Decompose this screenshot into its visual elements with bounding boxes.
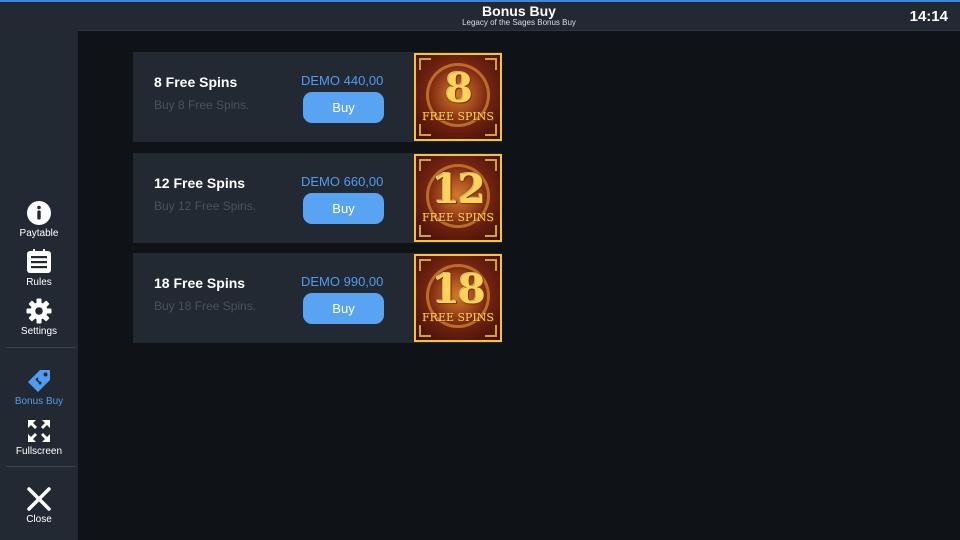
offer-description: Buy 18 Free Spins. [154, 299, 257, 313]
offer-title: 12 Free Spins [154, 175, 246, 191]
buy-button[interactable]: Buy [303, 293, 384, 324]
offer-title: 8 Free Spins [154, 74, 238, 90]
free-spins-badge-image[interactable]: 12 FREE SPINS [414, 154, 502, 242]
sidebar-divider [6, 466, 76, 467]
tag-icon [26, 368, 52, 394]
bonus-offer-card: 18 Free Spins Buy 18 Free Spins. DEMO 99… [133, 253, 502, 343]
offer-price: DEMO 990,00 [301, 274, 384, 289]
sidebar-divider [6, 347, 76, 348]
sidebar-item-bonus-buy[interactable]: Bonus Buy [0, 368, 78, 414]
offer-price: DEMO 440,00 [301, 73, 384, 88]
clock: 14:14 [909, 8, 948, 25]
badge-corner [485, 325, 497, 337]
gear-icon [26, 298, 52, 324]
list-icon [26, 249, 52, 275]
badge-corner [419, 124, 431, 136]
bonus-offer-card: 12 Free Spins Buy 12 Free Spins. DEMO 66… [133, 153, 502, 243]
sidebar-item-rules[interactable]: Rules [0, 249, 78, 295]
bonus-offer-card: 8 Free Spins Buy 8 Free Spins. DEMO 440,… [133, 52, 502, 142]
sidebar-item-fullscreen[interactable]: Fullscreen [0, 418, 78, 464]
sidebar-item-paytable[interactable]: Paytable [0, 200, 78, 246]
badge-number: 18 [432, 266, 486, 313]
offer-title: 18 Free Spins [154, 275, 246, 291]
page-subtitle: Legacy of the Sages Bonus Buy [462, 18, 576, 27]
sidebar-item-label: Bonus Buy [14, 396, 64, 407]
header-bar: Bonus Buy Legacy of the Sages Bonus Buy … [78, 2, 960, 31]
offer-price: DEMO 660,00 [301, 174, 384, 189]
sidebar-item-label: Close [26, 514, 52, 525]
badge-text: FREE SPINS [422, 211, 494, 224]
sidebar-item-label: Paytable [19, 228, 59, 239]
badge-text: FREE SPINS [422, 311, 494, 324]
badge-number: 8 [445, 65, 473, 112]
sidebar: Paytable Rules Settings Bonus Buy Fullsc… [0, 2, 78, 540]
sidebar-item-label: Settings [20, 326, 58, 337]
close-icon [26, 486, 52, 512]
sidebar-item-label: Rules [26, 277, 52, 288]
badge-number: 12 [432, 166, 486, 213]
free-spins-badge-image[interactable]: 18 FREE SPINS [414, 254, 502, 342]
badge-corner [419, 225, 431, 237]
sidebar-item-label: Fullscreen [15, 446, 63, 457]
badge-corner [485, 124, 497, 136]
buy-button[interactable]: Buy [303, 193, 384, 224]
sidebar-item-close[interactable]: Close [0, 486, 78, 532]
buy-button[interactable]: Buy [303, 92, 384, 123]
offer-description: Buy 8 Free Spins. [154, 98, 250, 112]
offer-description: Buy 12 Free Spins. [154, 199, 257, 213]
expand-icon [26, 418, 52, 444]
badge-text: FREE SPINS [422, 110, 494, 123]
free-spins-badge-image[interactable]: 8 FREE SPINS [414, 53, 502, 141]
badge-corner [485, 225, 497, 237]
sidebar-item-settings[interactable]: Settings [0, 298, 78, 344]
badge-corner [419, 325, 431, 337]
info-icon [26, 200, 52, 226]
page-title: Bonus Buy [482, 3, 556, 19]
